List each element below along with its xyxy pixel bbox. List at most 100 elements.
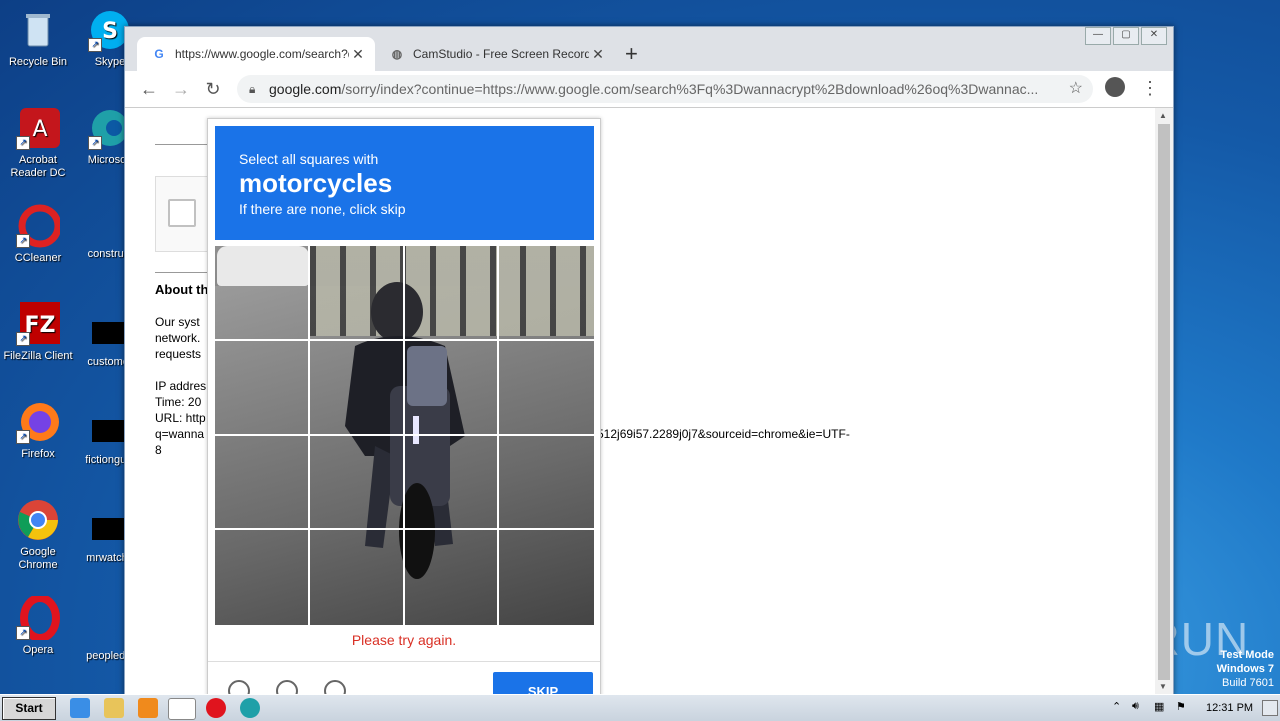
shortcut-arrow-icon: ↗ (88, 136, 102, 150)
taskbar-clock[interactable]: 12:31 PM (1206, 702, 1253, 714)
address-bar[interactable]: 🔒︎ google.com/sorry/index?continue=https… (237, 75, 1093, 103)
skip-button[interactable]: SKIP (493, 672, 593, 695)
start-button[interactable]: Start (2, 697, 56, 720)
desktop-icon-ccleaner[interactable]: ↗ CCleaner (0, 204, 76, 265)
desktop-icon-firefox[interactable]: ↗ Firefox (0, 400, 76, 461)
maximize-button[interactable]: ▢ (1113, 27, 1139, 45)
forward-button[interactable]: → (169, 77, 193, 101)
close-tab-icon[interactable]: ✕ (349, 46, 367, 63)
desktop-icon-label: Opera (22, 644, 54, 656)
info-line: network. (155, 331, 201, 345)
browser-toolbar: ← → ↻ 🔒︎ google.com/sorry/index?continue… (125, 71, 1173, 108)
close-window-button[interactable]: ✕ (1141, 27, 1167, 45)
scroll-up-icon[interactable]: ▲ (1159, 111, 1167, 120)
info-icon[interactable] (324, 680, 346, 695)
grid-tile[interactable] (499, 341, 594, 436)
ip-line: q=wanna (155, 427, 205, 441)
recaptcha-checkbox[interactable] (168, 199, 196, 227)
grid-tile[interactable] (309, 246, 405, 341)
file-icon (92, 616, 128, 638)
chrome-taskbar-icon[interactable] (168, 698, 196, 720)
grid-tile[interactable] (404, 246, 500, 341)
ip-details: IP addres Time: 20 URL: http q=wanna 8 (155, 378, 206, 458)
ie-icon[interactable] (70, 698, 90, 718)
desktop-icon-label: Google Chrome (18, 546, 58, 571)
grid-tile[interactable] (215, 246, 310, 341)
error-message: Please try again. (351, 632, 457, 648)
ccleaner-icon: ↗ (16, 204, 62, 248)
challenge-hint: If there are none, click skip (239, 201, 406, 217)
edge-taskbar-icon[interactable] (240, 698, 260, 718)
about-heading: About th (155, 282, 209, 297)
google-g-icon: G (154, 47, 164, 61)
chrome-window: G https://www.google.com/search?q= ✕ ◍ C… (124, 26, 1174, 696)
scroll-down-icon[interactable]: ▼ (1159, 682, 1167, 691)
reload-icon[interactable] (228, 680, 250, 695)
close-tab-icon[interactable]: ✕ (589, 46, 607, 63)
svg-text:S: S (102, 19, 118, 44)
desktop-icon-chrome[interactable]: Google Chrome (0, 498, 76, 572)
back-button[interactable]: ← (137, 77, 161, 101)
window-controls: — ▢ ✕ (1083, 27, 1167, 45)
new-tab-button[interactable]: + (625, 41, 638, 67)
grid-tile[interactable] (499, 436, 594, 531)
minimize-button[interactable]: — (1085, 27, 1111, 45)
grid-tile[interactable] (499, 530, 594, 625)
desktop-icon-filezilla[interactable]: FZ ↗ FileZilla Client (0, 302, 76, 363)
bookmark-star-icon[interactable]: ☆ (1069, 75, 1083, 103)
scroll-thumb[interactable] (1158, 124, 1170, 680)
grid-tile[interactable] (215, 435, 310, 531)
tab-title: CamStudio - Free Screen Recording (413, 47, 589, 61)
chrome-menu-icon[interactable]: ⋮ (1141, 77, 1159, 99)
shortcut-arrow-icon: ↗ (16, 626, 30, 640)
ip-line: 8 (155, 443, 162, 457)
grid-tile[interactable] (215, 530, 310, 625)
page-content: About th Our syst network. requests IP a… (125, 108, 1155, 695)
url-tail-text: 512j69i57.2289j0j7&sourceid=chrome&ie=UT… (597, 427, 850, 441)
explorer-icon[interactable] (104, 698, 124, 718)
vertical-scrollbar[interactable]: ▲ ▼ (1155, 108, 1173, 695)
desktop-icon-opera[interactable]: ↗ Opera (0, 594, 76, 657)
grid-tile[interactable] (309, 340, 405, 436)
audio-icon[interactable] (276, 680, 298, 695)
file-icon (92, 518, 128, 540)
grid-tile[interactable] (404, 340, 500, 436)
svg-text:A: A (32, 117, 47, 142)
desktop-icon-label: FileZilla Client (3, 350, 73, 362)
grid-tile[interactable] (310, 530, 405, 625)
info-line: requests (155, 347, 202, 361)
media-player-icon[interactable] (138, 698, 158, 718)
acrobat-icon: A ↗ (16, 106, 60, 150)
shortcut-arrow-icon: ↗ (16, 430, 30, 444)
file-icon (92, 214, 128, 236)
action-center-flag-icon[interactable]: ⚑ (1176, 700, 1186, 713)
desktop-icon-label: CCleaner (14, 252, 62, 264)
challenge-footer: SKIP (208, 661, 600, 695)
reload-button[interactable]: ↻ (201, 77, 225, 101)
desktop-icon-recycle-bin[interactable]: Recycle Bin (0, 8, 76, 69)
grid-tile[interactable] (404, 435, 500, 531)
test-mode-line: Build 7601 (1222, 677, 1274, 689)
tab-strip: G https://www.google.com/search?q= ✕ ◍ C… (125, 27, 1173, 71)
opera-taskbar-icon[interactable] (206, 698, 226, 718)
url-path: /sorry/index?continue=https://www.google… (341, 81, 1039, 97)
desktop-icon-label: Recycle Bin (8, 56, 68, 68)
tab-camstudio[interactable]: ◍ CamStudio - Free Screen Recording ✕ (375, 37, 615, 71)
profile-avatar-icon[interactable] (1105, 77, 1125, 97)
tray-expand-icon[interactable]: ⌃ (1112, 700, 1121, 713)
divider (155, 272, 210, 273)
network-icon[interactable]: ▦ (1154, 700, 1164, 713)
desktop-icon-label: Firefox (21, 448, 55, 460)
desktop-icon-acrobat[interactable]: A ↗ Acrobat Reader DC (0, 106, 76, 180)
grid-tile[interactable] (309, 435, 405, 531)
show-desktop-button[interactable] (1262, 700, 1278, 716)
grid-tile[interactable] (499, 246, 594, 341)
grid-tile[interactable] (215, 340, 310, 436)
tab-google-search[interactable]: G https://www.google.com/search?q= ✕ (137, 37, 375, 71)
file-icon (92, 420, 128, 442)
desktop-icon-label: Acrobat Reader DC (10, 154, 66, 179)
volume-icon[interactable]: 🔊︎ (1132, 700, 1139, 713)
lock-icon: 🔒︎ (249, 82, 256, 96)
info-line: Our syst (155, 315, 200, 329)
grid-tile[interactable] (405, 530, 500, 625)
